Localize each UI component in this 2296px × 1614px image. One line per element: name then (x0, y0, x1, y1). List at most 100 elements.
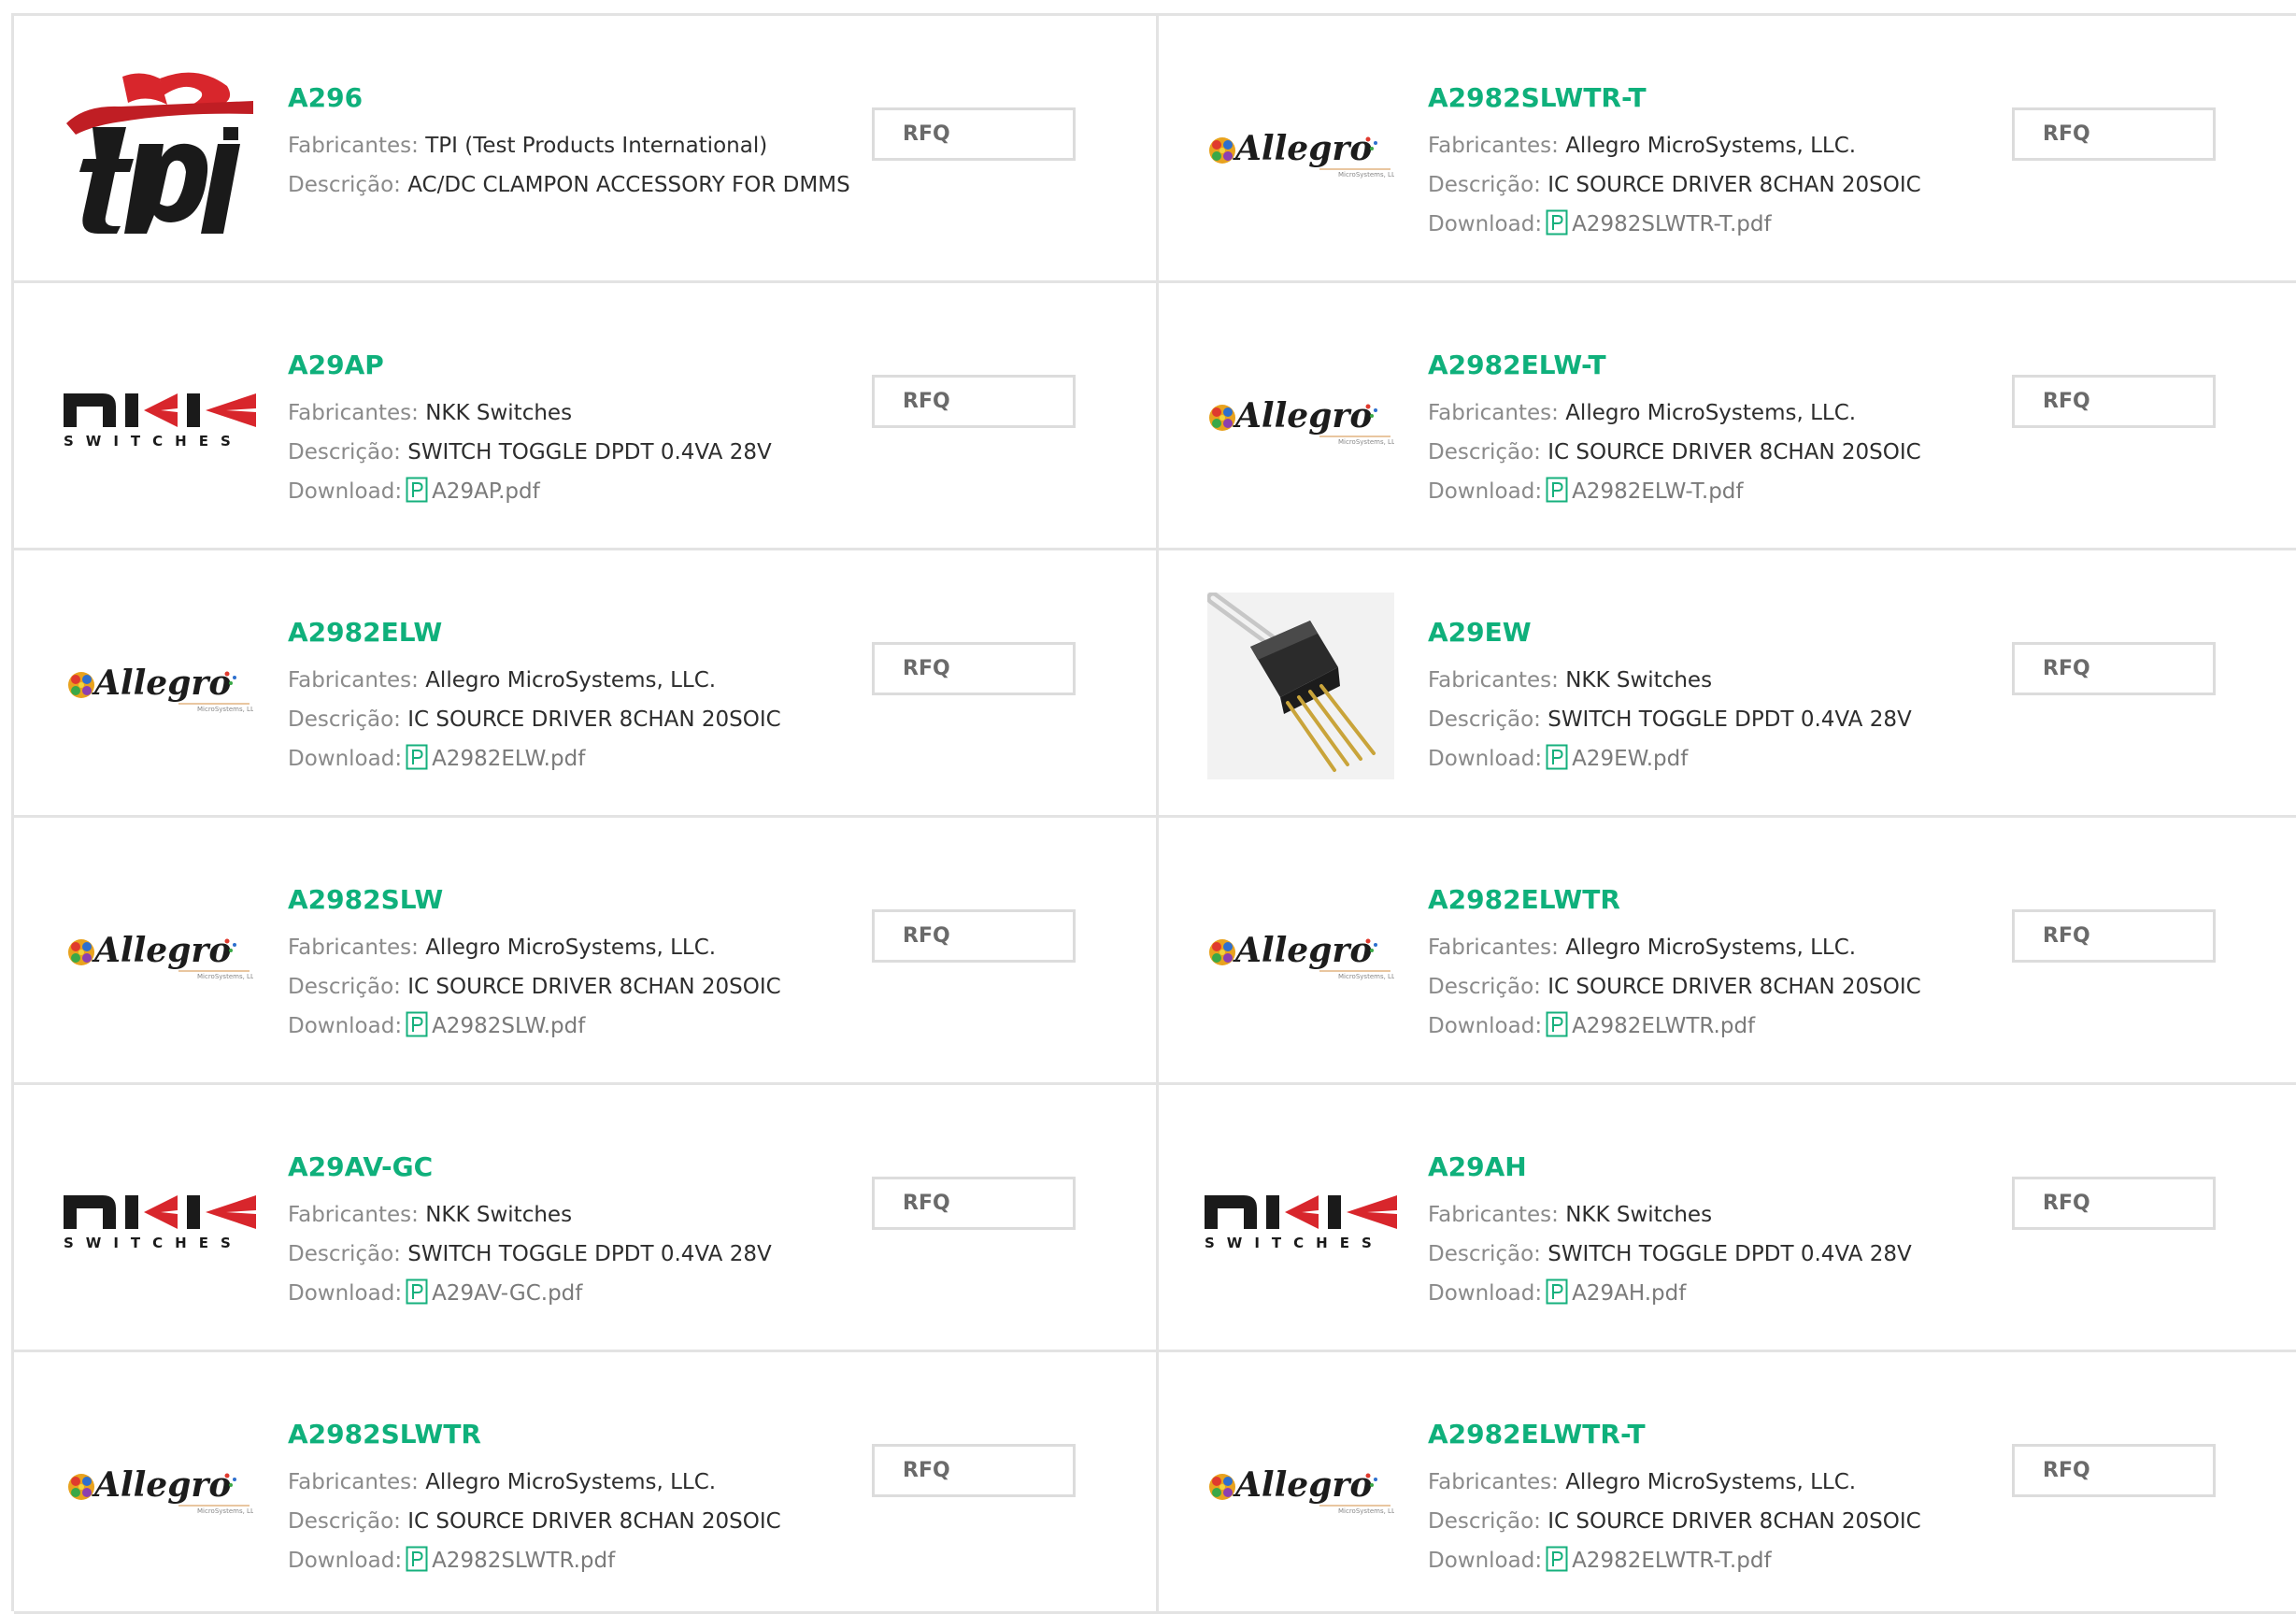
manufacturer-label: Fabricantes: (288, 1470, 419, 1494)
rfq-button[interactable]: RFQ (872, 642, 1076, 695)
description-value: IC SOURCE DRIVER 8CHAN 20SOIC (1547, 975, 1921, 999)
pdf-icon[interactable] (1546, 744, 1568, 770)
description-label: Descrição: (1428, 1242, 1541, 1266)
rfq-button[interactable]: RFQ (2012, 642, 2216, 695)
part-number-link[interactable]: A2982ELWTR (1428, 881, 2007, 919)
svg-text:MicroSystems, LLC: MicroSystems, LLC (197, 973, 253, 980)
download-label: Download: (1428, 1281, 1543, 1306)
pdf-download-link[interactable]: A2982ELW-T.pdf (1572, 479, 1743, 504)
product-card: SWITCHES A29AP Fabricantes: NKK Switches… (14, 283, 1159, 550)
manufacturer-row: Fabricantes: Allegro MicroSystems, LLC. (288, 661, 867, 700)
pdf-icon[interactable] (406, 1011, 428, 1037)
rfq-button[interactable]: RFQ (872, 1177, 1076, 1230)
pdf-icon[interactable] (1546, 1011, 1568, 1037)
download-label: Download: (1428, 1014, 1543, 1038)
manufacturer-value: Allegro MicroSystems, LLC. (1565, 1470, 1857, 1494)
part-number-link[interactable]: A29AP (288, 347, 867, 384)
download-label: Download: (288, 1549, 403, 1573)
download-label: Download: (1428, 479, 1543, 504)
manufacturer-row: Fabricantes: Allegro MicroSystems, LLC. (1428, 126, 2007, 165)
rfq-button[interactable]: RFQ (872, 375, 1076, 428)
manufacturer-label: Fabricantes: (288, 936, 419, 960)
description-label: Descrição: (1428, 1509, 1541, 1534)
part-number-link[interactable]: A2982SLW (288, 881, 867, 919)
download-label: Download: (288, 1014, 403, 1038)
part-number-link[interactable]: A2982ELWTR-T (1428, 1416, 2007, 1453)
toggle-switch-photo (1200, 593, 1401, 779)
rfq-button[interactable]: RFQ (2012, 375, 2216, 428)
manufacturer-value: NKK Switches (425, 401, 573, 425)
part-number-link[interactable]: A29EW (1428, 614, 2007, 651)
pdf-download-link[interactable]: A2982ELW.pdf (432, 747, 585, 771)
svg-text:MicroSystems, LLC: MicroSystems, LLC (1338, 171, 1394, 179)
rfq-button[interactable]: RFQ (2012, 909, 2216, 963)
part-number-link[interactable]: A2982ELW-T (1428, 347, 2007, 384)
product-info: A2982ELW-T Fabricantes: Allegro MicroSys… (1428, 347, 2007, 511)
product-card: Allegro MicroSystems, LLC A2982SLW Fabri… (14, 818, 1159, 1085)
rfq-button[interactable]: RFQ (872, 107, 1076, 161)
pdf-download-link[interactable]: A29AP.pdf (432, 479, 540, 504)
part-number-link[interactable]: A296 (288, 79, 867, 117)
manufacturer-row: Fabricantes: Allegro MicroSystems, LLC. (288, 1463, 867, 1502)
description-value: IC SOURCE DRIVER 8CHAN 20SOIC (1547, 1509, 1921, 1534)
pdf-download-link[interactable]: A29EW.pdf (1572, 747, 1688, 771)
svg-text:Allegro: Allegro (92, 664, 231, 703)
product-card: A296 Fabricantes: TPI (Test Products Int… (14, 16, 1159, 283)
description-value: IC SOURCE DRIVER 8CHAN 20SOIC (407, 975, 781, 999)
manufacturer-row: Fabricantes: Allegro MicroSystems, LLC. (1428, 393, 2007, 433)
download-row: Download: A29AP.pdf (288, 472, 867, 511)
product-info: A29AV-GC Fabricantes: NKK Switches Descr… (288, 1149, 867, 1313)
product-card: SWITCHES A29AV-GC Fabricantes: NKK Switc… (14, 1085, 1159, 1352)
product-card: SWITCHES A29AH Fabricantes: NKK Switches… (1159, 1085, 2296, 1352)
part-number-link[interactable]: A29AH (1428, 1149, 2007, 1186)
description-row: Descrição: SWITCH TOGGLE DPDT 0.4VA 28V (288, 1235, 867, 1274)
product-info: A2982ELWTR Fabricantes: Allegro MicroSys… (1428, 881, 2007, 1046)
description-value: IC SOURCE DRIVER 8CHAN 20SOIC (407, 1509, 781, 1534)
description-value: IC SOURCE DRIVER 8CHAN 20SOIC (1547, 173, 1921, 197)
pdf-download-link[interactable]: A2982ELWTR-T.pdf (1572, 1549, 1771, 1573)
pdf-download-link[interactable]: A29AV-GC.pdf (432, 1281, 582, 1306)
pdf-icon[interactable] (406, 744, 428, 770)
pdf-download-link[interactable]: A29AH.pdf (1572, 1281, 1686, 1306)
part-number-link[interactable]: A2982SLWTR (288, 1416, 867, 1453)
download-row: Download: A2982SLWTR.pdf (288, 1541, 867, 1580)
svg-text:MicroSystems, LLC: MicroSystems, LLC (197, 1507, 253, 1515)
description-label: Descrição: (288, 173, 401, 197)
description-row: Descrição: AC/DC CLAMPON ACCESSORY FOR D… (288, 165, 867, 205)
download-row: Download: A2982ELWTR.pdf (1428, 1007, 2007, 1046)
description-label: Descrição: (1428, 707, 1541, 732)
pdf-icon[interactable] (406, 477, 428, 503)
part-number-link[interactable]: A2982ELW (288, 614, 867, 651)
rfq-button[interactable]: RFQ (2012, 1177, 2216, 1230)
manufacturer-value: NKK Switches (425, 1203, 573, 1227)
download-row: Download: A29AH.pdf (1428, 1274, 2007, 1313)
manufacturer-row: Fabricantes: NKK Switches (1428, 661, 2007, 700)
pdf-icon[interactable] (1546, 209, 1568, 236)
pdf-icon[interactable] (406, 1278, 428, 1305)
rfq-button[interactable]: RFQ (872, 909, 1076, 963)
part-number-link[interactable]: A2982SLWTR-T (1428, 79, 2007, 117)
pdf-download-link[interactable]: A2982SLWTR-T.pdf (1572, 212, 1772, 236)
description-row: Descrição: IC SOURCE DRIVER 8CHAN 20SOIC (1428, 967, 2007, 1007)
description-label: Descrição: (288, 975, 401, 999)
manufacturer-label: Fabricantes: (1428, 936, 1559, 960)
rfq-button[interactable]: RFQ (2012, 107, 2216, 161)
rfq-button[interactable]: RFQ (2012, 1444, 2216, 1497)
nkk-switches-logo: SWITCHES (1200, 1127, 1401, 1314)
nkk-switches-logo: SWITCHES (59, 325, 260, 512)
manufacturer-label: Fabricantes: (288, 134, 419, 158)
pdf-icon[interactable] (1546, 477, 1568, 503)
description-value: IC SOURCE DRIVER 8CHAN 20SOIC (407, 707, 781, 732)
pdf-download-link[interactable]: A2982ELWTR.pdf (1572, 1014, 1755, 1038)
description-label: Descrição: (288, 707, 401, 732)
pdf-icon[interactable] (1546, 1546, 1568, 1572)
pdf-download-link[interactable]: A2982SLW.pdf (432, 1014, 585, 1038)
rfq-button[interactable]: RFQ (872, 1444, 1076, 1497)
part-number-link[interactable]: A29AV-GC (288, 1149, 867, 1186)
pdf-icon[interactable] (1546, 1278, 1568, 1305)
download-label: Download: (288, 1281, 403, 1306)
pdf-icon[interactable] (406, 1546, 428, 1572)
product-card: Allegro MicroSystems, LLC A2982SLWTR Fab… (14, 1352, 1159, 1614)
pdf-download-link[interactable]: A2982SLWTR.pdf (432, 1549, 615, 1573)
manufacturer-value: Allegro MicroSystems, LLC. (425, 936, 717, 960)
